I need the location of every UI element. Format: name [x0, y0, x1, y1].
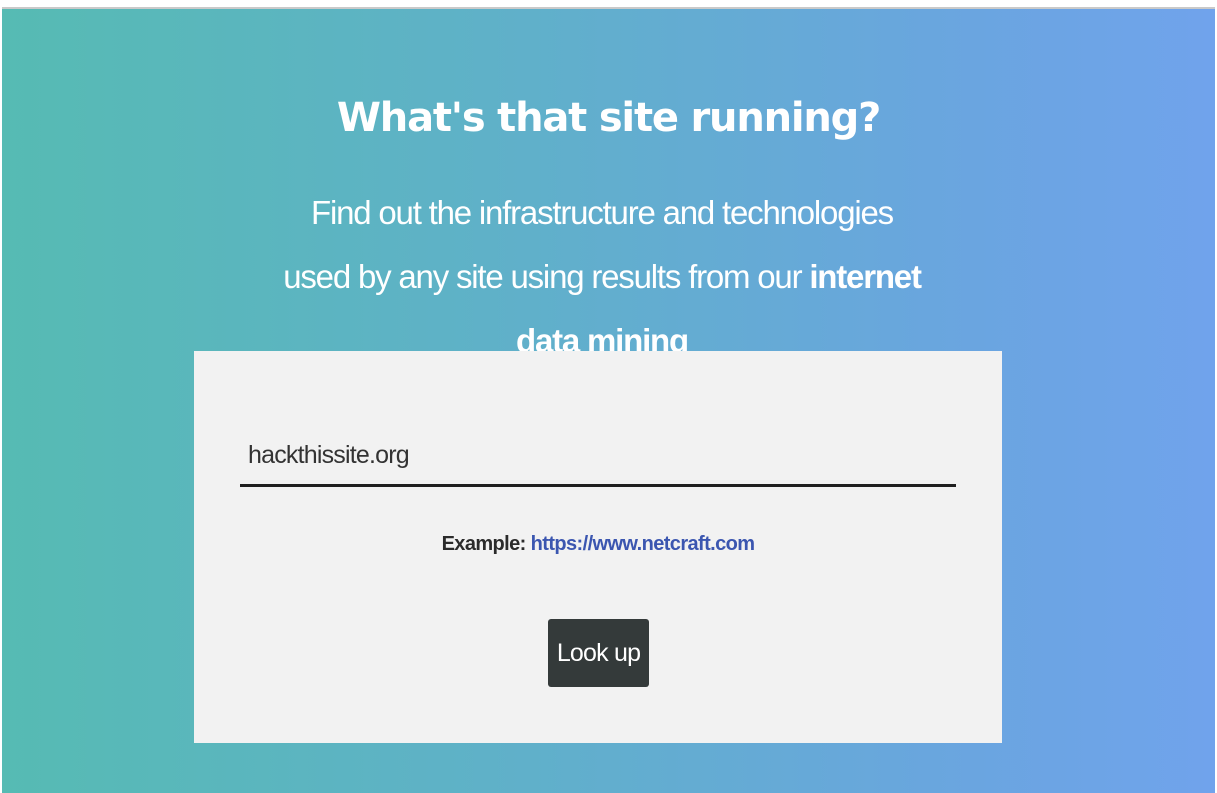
site-input-wrapper	[240, 421, 956, 487]
look-up-button[interactable]: Look up	[548, 619, 649, 687]
page-title: What's that site running?	[336, 95, 881, 141]
page-subtitle: Find out the infrastructure and technolo…	[282, 181, 922, 373]
subtitle-text: Find out the infrastructure and technolo…	[283, 194, 894, 295]
example-label: Example:	[441, 533, 527, 555]
example-hint: Example: https://www.netcraft.com	[194, 533, 1002, 556]
site-url-input[interactable]	[240, 433, 956, 477]
lookup-card: Example: https://www.netcraft.com Look u…	[194, 351, 1002, 743]
example-link[interactable]: https://www.netcraft.com	[531, 533, 755, 555]
